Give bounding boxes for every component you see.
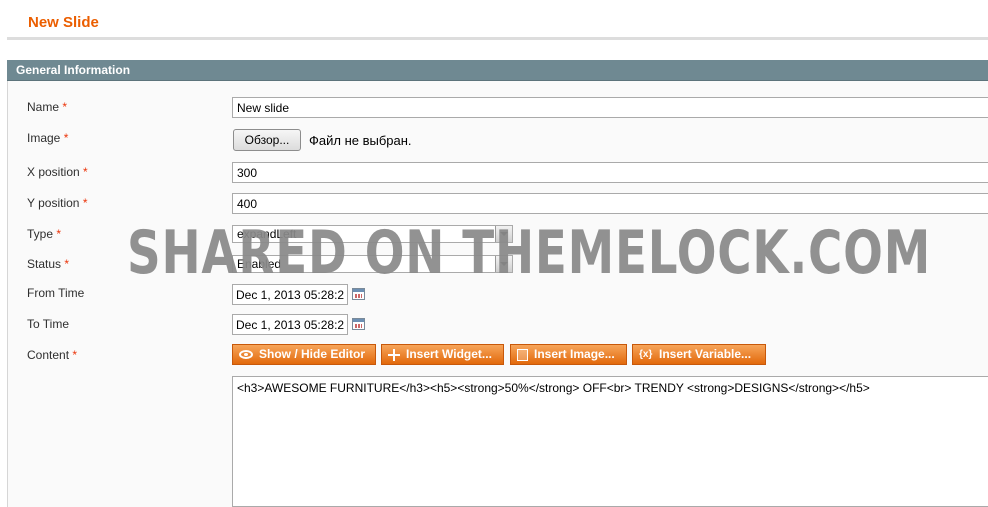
content-label: Content * [27,348,78,362]
show-hide-editor-button[interactable]: Show / Hide Editor [232,344,376,365]
chevron-down-icon[interactable] [495,256,512,272]
file-status-text: Файл не выбран. [309,133,412,148]
section-title: General Information [16,63,131,77]
section-header[interactable]: General Information [7,60,988,81]
title-divider [7,37,988,40]
required-marker: * [72,348,78,362]
calendar-icon[interactable] [352,318,365,330]
status-label: Status * [27,257,70,271]
name-label: Name * [27,100,68,114]
content-textarea[interactable]: <h3>AWESOME FURNITURE</h3><h5><strong>50… [232,376,988,507]
from-time-input[interactable]: Dec 1, 2013 05:28:2 [232,284,348,305]
variable-icon: {x} [639,348,653,360]
page-title: New Slide [28,14,99,31]
status-select-value: Enabled [237,257,282,271]
name-input[interactable]: New slide [232,97,988,118]
type-select-value: expandLeft [237,227,297,241]
required-marker: * [56,227,62,241]
to-time-input[interactable]: Dec 1, 2013 05:28:2 [232,314,348,335]
required-marker: * [82,196,88,210]
image-label: Image * [27,131,69,145]
chevron-down-icon[interactable] [495,226,512,242]
status-select[interactable]: Enabled [232,255,513,273]
required-marker: * [62,100,68,114]
widget-icon [388,348,400,361]
required-marker: * [64,257,70,271]
eye-icon [239,350,253,360]
x-position-label: X position * [27,165,88,179]
y-position-label: Y position * [27,196,88,210]
required-marker: * [63,131,69,145]
type-select[interactable]: expandLeft [232,225,513,243]
required-marker: * [83,165,88,179]
calendar-icon[interactable] [352,288,365,300]
insert-image-button[interactable]: Insert Image... [510,344,627,365]
from-time-label: From Time [27,286,85,300]
insert-widget-button[interactable]: Insert Widget... [381,344,504,365]
x-position-input[interactable]: 300 [232,162,988,183]
y-position-input[interactable]: 400 [232,193,988,214]
browse-file-button[interactable]: Обзор... [233,129,301,151]
image-icon [517,348,528,361]
to-time-label: To Time [27,317,70,331]
type-label: Type * [27,227,62,241]
insert-variable-button[interactable]: {x} Insert Variable... [632,344,766,365]
